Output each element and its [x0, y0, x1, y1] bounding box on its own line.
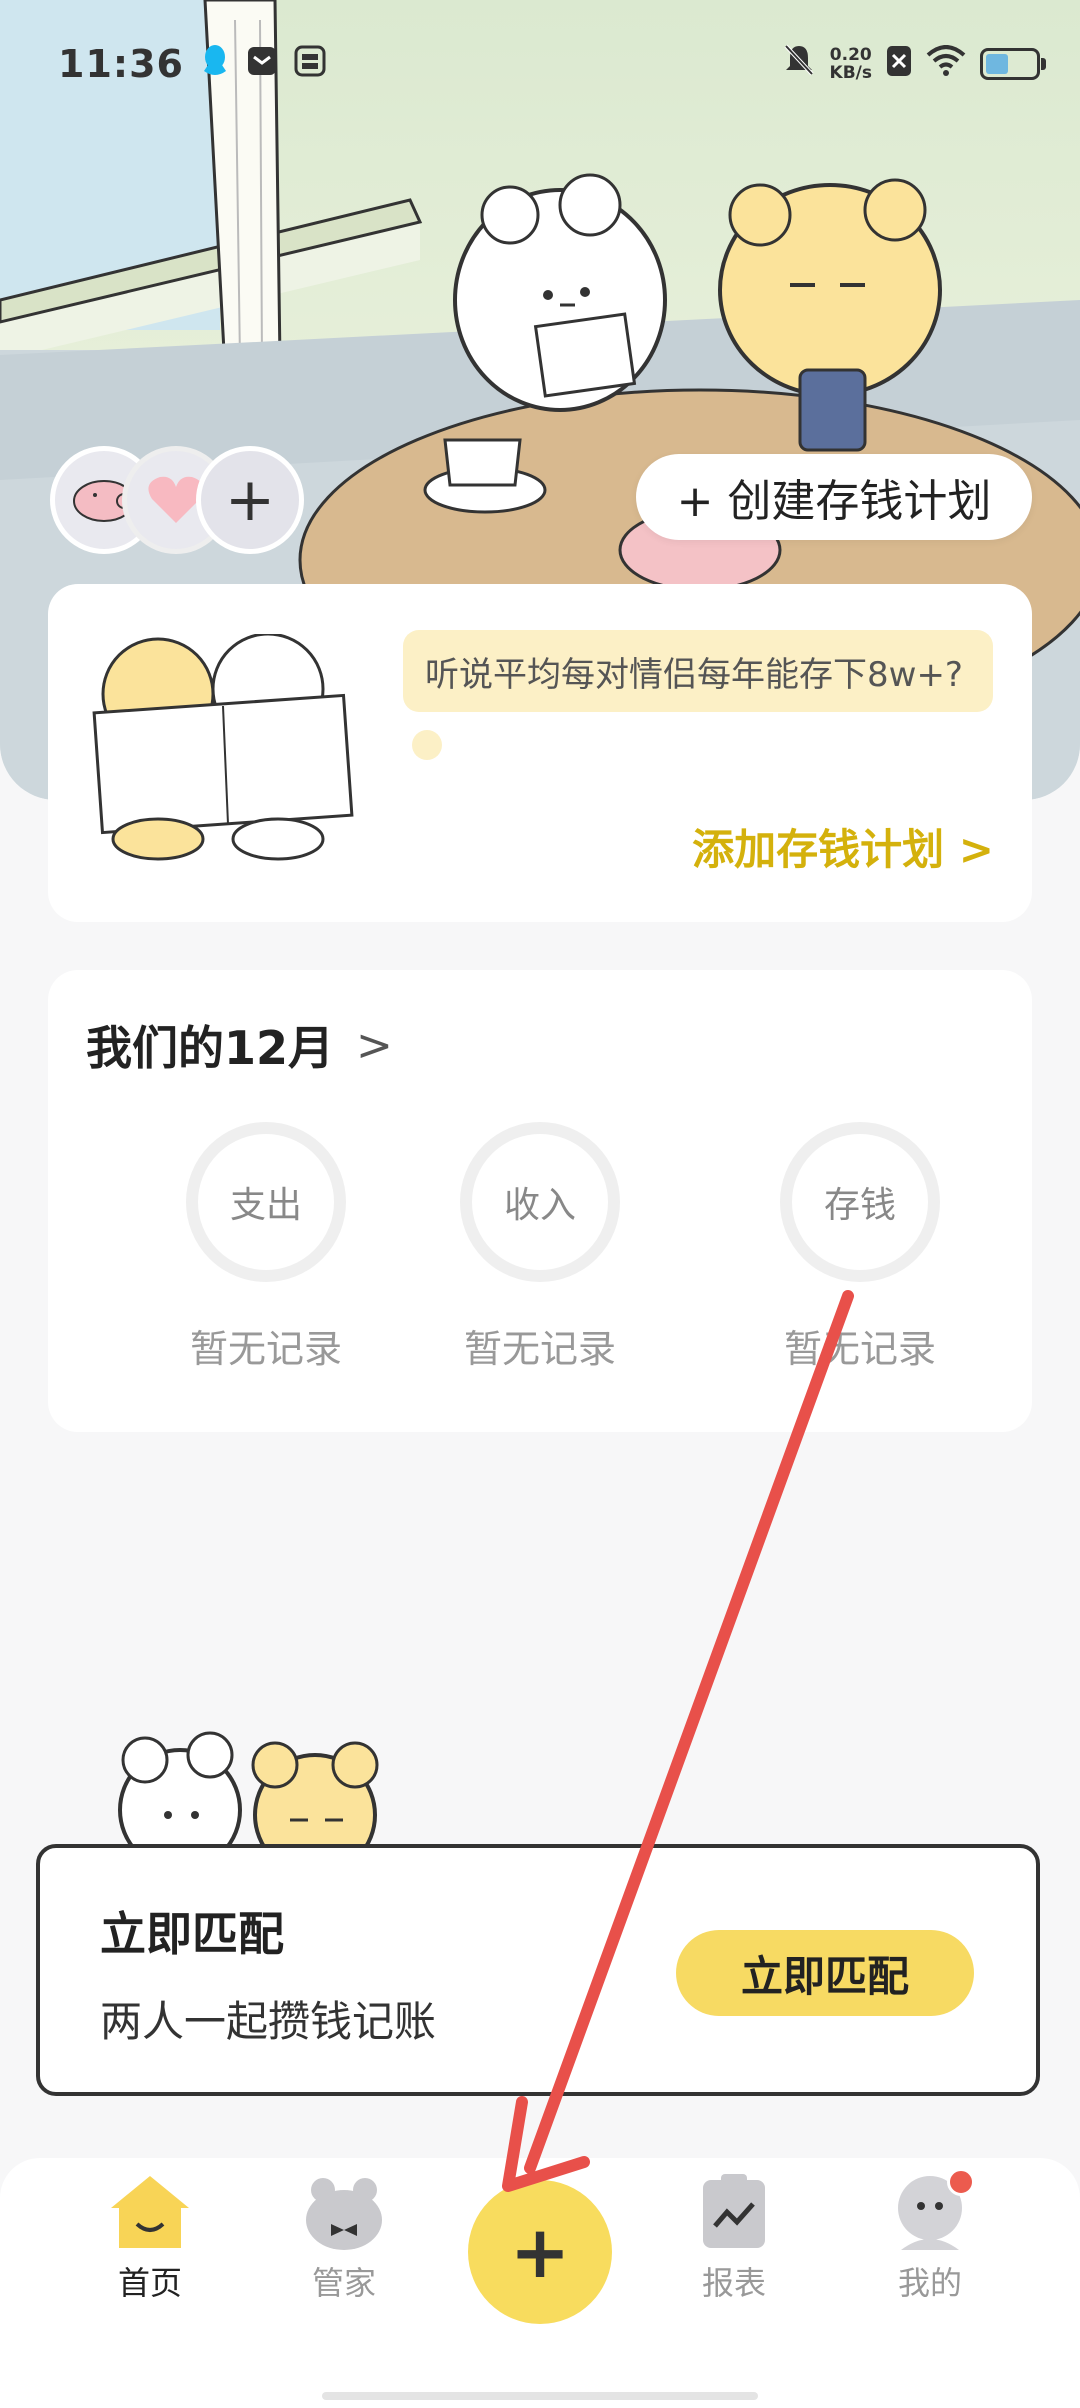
savings-stat[interactable]: 存钱 暂无记录	[740, 1122, 980, 1373]
bear-reading-newspaper-illustration	[92, 634, 354, 861]
match-now-button[interactable]: 立即匹配	[676, 1930, 974, 2016]
plus-icon: +	[224, 465, 276, 535]
couple-avatars[interactable]: +	[50, 446, 304, 554]
network-speed: 0.20 KB/s	[829, 45, 872, 83]
income-stat[interactable]: 收入 暂无记录	[420, 1122, 660, 1373]
match-partner-card: 立即匹配 两人一起攒钱记账 立即匹配	[36, 1844, 1040, 2096]
match-title: 立即匹配	[100, 1907, 284, 1961]
plus-icon: +	[509, 2210, 571, 2294]
report-icon	[691, 2172, 777, 2252]
wifi-icon	[926, 42, 966, 86]
add-savings-plan-link[interactable]: 添加存钱计划 >	[692, 816, 994, 877]
app-notification-icon	[294, 42, 326, 86]
tab-home[interactable]: 首页	[80, 2172, 220, 2304]
monthly-summary-card: 我们的12月 > 支出 暂无记录 收入 暂无记录 存钱 暂无记录	[48, 970, 1032, 1432]
expense-stat[interactable]: 支出 暂无记录	[146, 1122, 386, 1373]
tab-profile[interactable]: 我的	[860, 2168, 1000, 2304]
home-icon	[107, 2172, 193, 2252]
expense-value: 暂无记录	[189, 1327, 342, 1371]
tip-card: 听说平均每对情侣每年能存下8w+? 添加存钱计划 >	[48, 584, 1032, 922]
income-ring: 收入	[460, 1122, 620, 1282]
notification-badge	[947, 2168, 975, 2196]
battery-icon	[980, 48, 1046, 80]
typing-dot	[412, 730, 442, 760]
create-savings-plan-button[interactable]: + 创建存钱计划	[636, 454, 1032, 540]
status-right: 0.20 KB/s	[782, 42, 1046, 87]
chevron-right-icon: >	[356, 1019, 393, 1071]
savings-ring: 存钱	[780, 1122, 940, 1282]
expense-ring: 支出	[186, 1122, 346, 1282]
profile-icon	[887, 2168, 975, 2252]
add-partner-button[interactable]: +	[196, 446, 304, 554]
butler-icon	[301, 2172, 387, 2252]
income-value: 暂无记录	[463, 1327, 616, 1371]
qq-icon	[200, 42, 230, 86]
month-title[interactable]: 我们的12月 >	[86, 1012, 393, 1078]
message-icon	[246, 42, 278, 86]
tab-butler[interactable]: 管家	[274, 2172, 414, 2304]
match-subtitle: 两人一起攒钱记账	[100, 1997, 437, 2046]
tab-report[interactable]: 报表	[664, 2172, 804, 2304]
savings-value: 暂无记录	[783, 1327, 936, 1371]
mute-bell-icon	[782, 42, 816, 87]
status-bar: 11:36 0.20 KB/s	[58, 36, 1046, 92]
tip-bubble: 听说平均每对情侣每年能存下8w+?	[403, 630, 993, 712]
home-indicator	[322, 2392, 758, 2400]
add-record-button[interactable]: +	[468, 2180, 612, 2324]
sim-off-icon	[886, 42, 912, 86]
status-time: 11:36	[58, 42, 184, 86]
